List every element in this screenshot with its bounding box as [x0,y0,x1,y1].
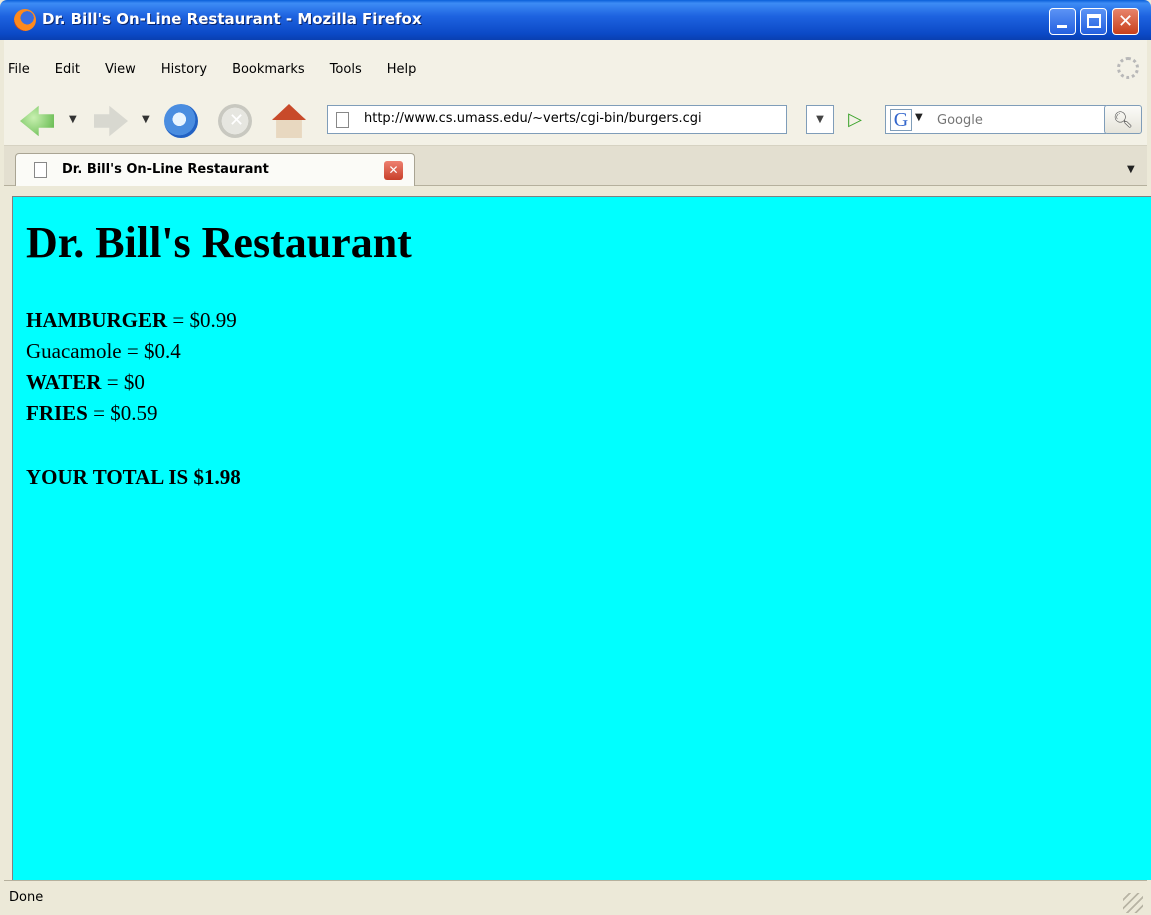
item-name: Guacamole [26,339,122,363]
item-price: $0 [123,370,145,394]
tab-list-dropdown-icon[interactable]: ▼ [1127,164,1135,175]
search-input[interactable] [937,109,1097,131]
reload-icon[interactable] [164,104,198,138]
page-heading: Dr. Bill's Restaurant [26,218,412,267]
browser-window: Dr. Bill's On-Line Restaurant - Mozilla … [0,0,1151,915]
tab-active[interactable]: Dr. Bill's On-Line Restaurant ✕ [15,153,415,186]
close-button[interactable]: ✕ [1112,8,1139,35]
menu-help[interactable]: Help [383,62,417,77]
page-content: Dr. Bill's Restaurant HAMBURGER = $0.99 … [12,196,1151,880]
menu-view[interactable]: View [101,62,136,77]
window-title: Dr. Bill's On-Line Restaurant - Mozilla … [42,10,422,28]
menu-history[interactable]: History [157,62,207,77]
status-text: Done [9,890,44,905]
order-item: WATER = $0 [26,367,237,398]
menu-edit[interactable]: Edit [51,62,80,77]
address-bar[interactable]: http://www.cs.umass.edu/~verts/cgi-bin/b… [327,105,787,134]
forward-history-dropdown-icon[interactable]: ▼ [142,114,150,125]
item-eq: = [121,339,144,363]
order-item: Guacamole = $0.4 [26,336,237,367]
order-item: HAMBURGER = $0.99 [26,305,237,336]
page-icon [336,112,349,128]
order-items: HAMBURGER = $0.99 Guacamole = $0.4 WATER… [26,305,237,429]
menu-tools[interactable]: Tools [326,62,362,77]
minimize-button[interactable] [1049,8,1076,35]
google-engine-icon[interactable]: G [890,109,912,131]
order-item: FRIES = $0.59 [26,398,237,429]
resize-grip-icon[interactable] [1123,893,1143,913]
url-history-dropdown-icon[interactable]: ▼ [806,105,834,134]
menu-bookmarks[interactable]: Bookmarks [228,62,305,77]
tab-label: Dr. Bill's On-Line Restaurant [62,162,269,177]
item-price: $0.4 [143,339,181,363]
item-name: WATER [26,370,102,394]
item-price: $0.59 [110,401,158,425]
item-eq: = [87,401,111,425]
item-price: $0.99 [189,308,237,332]
maximize-button[interactable] [1080,8,1107,35]
item-name: FRIES [26,401,88,425]
close-icon: ✕ [1117,11,1134,32]
maximize-icon [1087,14,1101,28]
throbber-icon [1117,57,1139,79]
url-text[interactable]: http://www.cs.umass.edu/~verts/cgi-bin/b… [364,111,702,126]
item-eq: = [167,308,190,332]
order-total: YOUR TOTAL IS $1.98 [26,465,241,489]
engine-dropdown-icon[interactable]: ▼ [915,112,923,123]
status-bar: Done [4,880,1147,915]
title-bar[interactable]: Dr. Bill's On-Line Restaurant - Mozilla … [0,0,1151,40]
go-arrow-icon[interactable]: ▷ [843,108,867,132]
menu-bar: File Edit View History Bookmarks Tools H… [4,56,1147,82]
minimize-icon [1057,25,1067,28]
item-eq: = [101,370,124,394]
stop-x-icon: ✕ [229,110,245,131]
item-name: HAMBURGER [26,308,168,332]
search-magnifier-icon[interactable]: 🔍︎ [1104,105,1142,134]
menu-file[interactable]: File [4,62,30,77]
tab-close-icon[interactable]: ✕ [384,161,403,180]
tab-page-icon [34,162,47,178]
firefox-logo-icon [14,9,36,31]
back-history-dropdown-icon[interactable]: ▼ [69,114,77,125]
search-box[interactable]: G ▼ [885,105,1106,134]
